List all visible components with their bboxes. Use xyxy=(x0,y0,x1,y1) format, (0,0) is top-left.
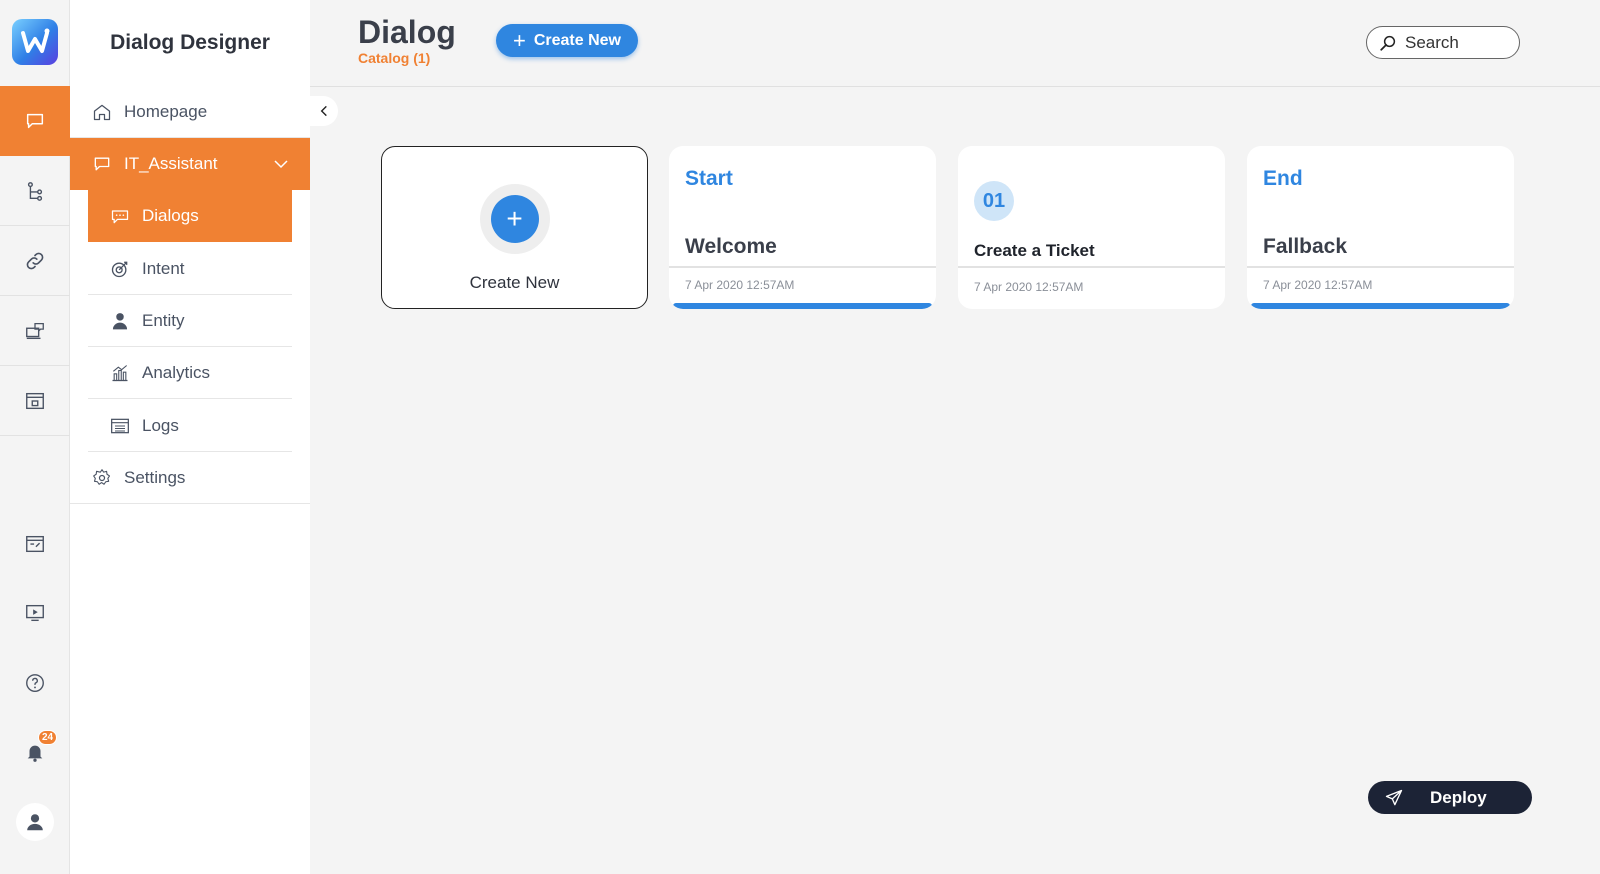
flow-icon xyxy=(27,181,43,201)
logs-icon xyxy=(110,416,130,436)
search-placeholder: Search xyxy=(1405,32,1459,52)
search-input[interactable]: Search xyxy=(1366,26,1520,59)
card-name: Create a Ticket xyxy=(974,241,1095,260)
rail-support[interactable] xyxy=(0,296,70,366)
deploy-label: Deploy xyxy=(1430,787,1487,807)
create-new-label: Create New xyxy=(533,31,621,49)
card-accent-bar xyxy=(1251,303,1510,309)
divider xyxy=(958,266,1225,268)
card-date: 7 Apr 2020 12:57AM xyxy=(685,278,795,292)
dialog-card-start[interactable]: Start Welcome 7 Apr 2020 12:57AM xyxy=(669,146,936,309)
sidebar: Dialog Designer Homepage IT_Assistant Di… xyxy=(70,0,310,874)
sidebar-group-it-assistant[interactable]: IT_Assistant xyxy=(70,138,310,190)
sidebar-item-analytics[interactable]: Analytics xyxy=(88,347,292,399)
icon-rail: 24 xyxy=(0,0,70,874)
app-logo[interactable] xyxy=(12,19,58,65)
card-tag: Start xyxy=(685,167,733,190)
video-icon xyxy=(26,604,44,622)
card-tag: End xyxy=(1263,167,1303,190)
dialog-card-end[interactable]: End Fallback 7 Apr 2020 12:57AM xyxy=(1247,146,1514,309)
sidebar-item-label: Logs xyxy=(142,415,179,435)
dialog-card-01[interactable]: 01 Create a Ticket 7 Apr 2020 12:57AM xyxy=(958,146,1225,309)
home-icon xyxy=(92,102,112,122)
rail-link[interactable] xyxy=(0,226,70,296)
form-icon xyxy=(26,535,44,553)
search-icon xyxy=(1380,35,1396,51)
rail-chat[interactable] xyxy=(0,86,70,156)
card-accent-bar xyxy=(673,303,932,309)
chat-icon xyxy=(26,113,44,129)
sidebar-item-homepage[interactable]: Homepage xyxy=(70,86,310,138)
sidebar-item-label: Settings xyxy=(124,467,186,487)
collapse-sidebar-button[interactable] xyxy=(310,96,338,126)
help-icon xyxy=(26,674,44,692)
card-date: 7 Apr 2020 12:57AM xyxy=(1263,278,1373,292)
analytics-icon xyxy=(110,363,130,383)
sidebar-item-logs[interactable]: Logs xyxy=(88,400,292,452)
app-title: Dialog Designer xyxy=(110,31,270,54)
archive-icon xyxy=(26,392,44,409)
page-title: Dialog xyxy=(358,14,456,50)
header: Dialog Catalog (1) + Create New Search xyxy=(310,0,1600,87)
rail-notifications[interactable]: 24 xyxy=(0,722,70,782)
page-subtitle: Catalog (1) xyxy=(358,50,431,66)
card-number-badge: 01 xyxy=(974,181,1014,221)
target-icon xyxy=(110,259,130,279)
sidebar-item-dialogs[interactable]: Dialogs xyxy=(88,190,292,242)
sidebar-group-label: IT_Assistant xyxy=(124,154,218,173)
gear-icon xyxy=(92,468,112,488)
rail-flow[interactable] xyxy=(0,156,70,226)
create-new-card[interactable]: + Create New xyxy=(381,146,648,309)
card-date: 7 Apr 2020 12:57AM xyxy=(974,280,1084,294)
notification-badge: 24 xyxy=(38,730,58,745)
create-new-button[interactable]: + Create New xyxy=(496,24,638,57)
support-icon xyxy=(26,322,44,339)
sidebar-item-label: Dialogs xyxy=(142,206,199,225)
rail-form[interactable] xyxy=(0,514,70,574)
sidebar-item-label: Entity xyxy=(142,310,185,330)
user-icon xyxy=(27,814,43,831)
sidebar-item-label: Analytics xyxy=(142,362,211,382)
plus-icon: + xyxy=(512,27,526,53)
sidebar-item-label: Homepage xyxy=(124,101,208,121)
chevron-down-icon[interactable] xyxy=(272,155,290,173)
rail-help[interactable] xyxy=(0,653,70,713)
divider xyxy=(669,266,936,268)
sidebar-item-entity[interactable]: Entity xyxy=(88,295,292,347)
rail-profile[interactable] xyxy=(0,792,70,852)
chat-icon xyxy=(92,154,112,174)
avatar[interactable] xyxy=(16,803,54,841)
plus-icon: + xyxy=(490,195,539,243)
sidebar-item-intent[interactable]: Intent xyxy=(88,243,292,295)
rail-archive[interactable] xyxy=(0,366,70,436)
dialogs-icon xyxy=(110,206,130,226)
create-new-card-label: Create New xyxy=(469,273,560,292)
sidebar-item-label: Intent xyxy=(142,258,185,278)
person-icon xyxy=(110,311,130,331)
deploy-button[interactable]: Deploy xyxy=(1368,781,1532,814)
card-name: Welcome xyxy=(685,235,777,258)
card-name: Fallback xyxy=(1263,235,1348,258)
sidebar-item-settings[interactable]: Settings xyxy=(70,452,310,504)
divider xyxy=(1247,266,1514,268)
chevron-left-icon xyxy=(320,105,327,117)
rail-video[interactable] xyxy=(0,583,70,643)
send-icon xyxy=(1385,789,1403,805)
link-icon xyxy=(26,252,44,269)
add-button[interactable]: + xyxy=(479,184,550,254)
